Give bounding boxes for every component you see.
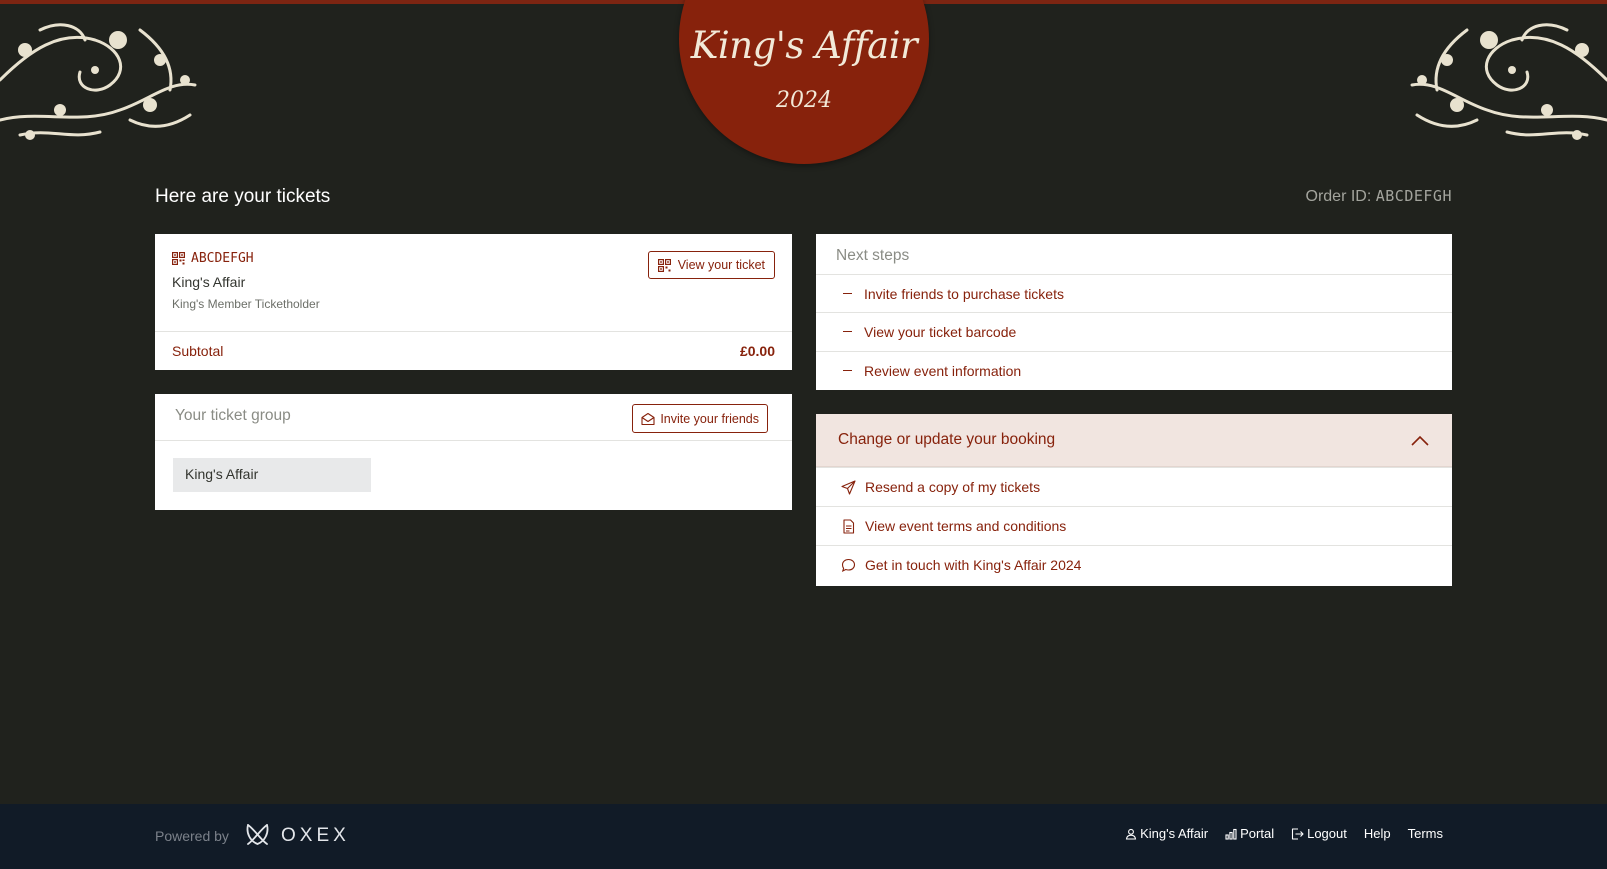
next-step-view-barcode[interactable]: View your ticket barcode [816, 312, 1452, 350]
send-icon [841, 479, 856, 495]
next-step-review-event[interactable]: Review event information [816, 351, 1452, 389]
event-logo[interactable]: King's Affair 2024 [679, 0, 929, 164]
divider [155, 331, 792, 332]
footer-link-terms[interactable]: Terms [1408, 826, 1443, 841]
view-terms-label: View event terms and conditions [865, 518, 1067, 534]
footer-link-label: Portal [1240, 826, 1275, 841]
resend-tickets-link[interactable]: Resend a copy of my tickets [816, 467, 1452, 506]
envelope-open-icon [641, 412, 655, 425]
ticket-group-card: Your ticket group Invite your friends Ki… [155, 394, 792, 510]
footer-link-logout[interactable]: Logout [1291, 826, 1347, 841]
invite-friends-button[interactable]: Invite your friends [632, 404, 768, 433]
user-icon [1125, 828, 1137, 840]
ticket-group-title: Your ticket group [175, 407, 291, 424]
bar-chart-icon [1225, 828, 1237, 840]
divider [155, 440, 792, 441]
footer-link-label: King's Affair [1140, 826, 1209, 841]
footer-link-help[interactable]: Help [1364, 826, 1391, 841]
chat-bubble-icon [841, 558, 856, 572]
qr-code-icon [172, 252, 185, 265]
contact-organiser-link[interactable]: Get in touch with King's Affair 2024 [816, 545, 1452, 584]
floral-ornament-right [1410, 23, 1607, 140]
change-booking-title: Change or update your booking [838, 431, 1056, 448]
ticket-type: King's Member Ticketholder [172, 297, 320, 311]
footer-link-account[interactable]: King's Affair [1125, 826, 1208, 841]
page-title: Here are your tickets [155, 186, 331, 207]
next-step-label: Invite friends to purchase tickets [864, 285, 1064, 302]
ticket-code: ABCDEFGH [172, 251, 254, 266]
chevron-up-icon[interactable] [1410, 431, 1430, 451]
next-step-label: View your ticket barcode [864, 323, 1017, 340]
logo-year: 2024 [776, 88, 832, 113]
change-booking-card: Change or update your booking Resend a c… [816, 414, 1452, 586]
oxex-wordmark[interactable]: OXEX [281, 825, 350, 847]
dash-icon [843, 331, 852, 332]
footer-link-label: Terms [1407, 826, 1443, 841]
next-steps-card: Next steps Invite friends to purchase ti… [816, 234, 1452, 390]
ticket-event-name: King's Affair [172, 274, 246, 290]
view-ticket-label: View your ticket [677, 258, 765, 272]
invite-friends-label: Invite your friends [660, 411, 759, 426]
subtotal-label: Subtotal [172, 343, 224, 359]
footer: Powered by OXEX King's Affair Portal Log… [0, 804, 1607, 869]
view-ticket-button[interactable]: View your ticket [647, 251, 775, 279]
subtotal-value: £0.00 [739, 343, 775, 359]
contact-organiser-label: Get in touch with King's Affair 2024 [865, 557, 1082, 573]
next-steps-title: Next steps [836, 247, 910, 264]
order-id-value: ABCDEFGH [1375, 187, 1452, 205]
footer-nav: King's Affair Portal Logout Help Terms [1125, 826, 1443, 841]
powered-by-label: Powered by [155, 828, 229, 844]
next-step-label: Review event information [864, 362, 1022, 379]
ticket-code-text: ABCDEFGH [191, 251, 254, 266]
qr-code-icon [657, 258, 671, 272]
view-terms-link[interactable]: View event terms and conditions [816, 506, 1452, 545]
ticket-card: ABCDEFGH King's Affair King's Member Tic… [155, 234, 792, 370]
resend-tickets-label: Resend a copy of my tickets [865, 479, 1041, 495]
oxex-logo-icon[interactable] [244, 821, 271, 848]
dash-icon [843, 293, 852, 294]
logout-icon [1292, 827, 1304, 840]
footer-link-label: Help [1363, 826, 1391, 841]
next-step-invite-friends[interactable]: Invite friends to purchase tickets [816, 274, 1452, 312]
ticket-group-member: King's Affair [173, 458, 371, 492]
change-booking-header[interactable]: Change or update your booking [816, 414, 1452, 467]
floral-ornament-left [0, 23, 197, 140]
dash-icon [843, 370, 852, 371]
logo-title: King's Affair [690, 24, 918, 67]
document-icon [843, 518, 855, 534]
footer-link-portal[interactable]: Portal [1225, 826, 1274, 841]
footer-link-label: Logout [1307, 826, 1347, 841]
order-id-label: Order ID: [1305, 188, 1372, 205]
order-id: Order ID: ABCDEFGH [1306, 187, 1453, 206]
